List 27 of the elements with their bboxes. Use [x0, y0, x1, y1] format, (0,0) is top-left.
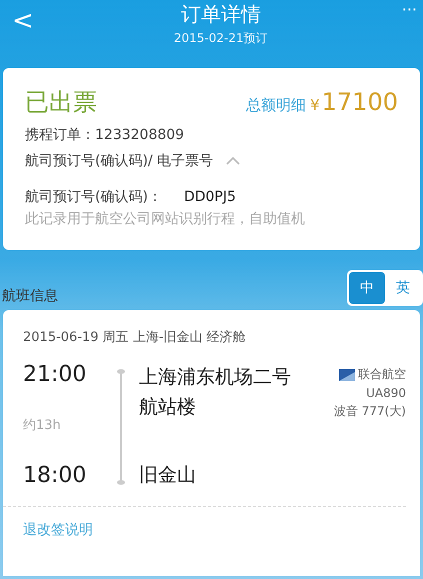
- flight-number: UA890: [366, 386, 406, 400]
- airline-name: 联合航空: [358, 366, 406, 383]
- airline-logo-icon: [339, 368, 355, 380]
- flight-summary: 2015-06-19 周五 上海-旧金山 经济舱: [23, 329, 247, 346]
- currency-sign: ¥: [310, 96, 320, 114]
- departure-airport: 上海浦东机场二号航站楼: [139, 365, 292, 420]
- pnr-label: 航司预订号(确认码)：: [25, 189, 162, 205]
- order-number: 携程订单：1233208809: [25, 126, 186, 144]
- total-detail-link[interactable]: 总额明细: [246, 96, 306, 115]
- more-button[interactable]: ···: [396, 0, 423, 19]
- flight-duration: 约13h: [23, 417, 62, 434]
- refund-policy-link[interactable]: 退改签说明: [23, 522, 93, 538]
- aircraft-type: 波音 777(大): [334, 403, 406, 420]
- departure-time: 21:00: [23, 362, 88, 387]
- arrival-time: 18:00: [23, 463, 88, 488]
- pnr-note: 此记录用于航空公司网站识别行程，自助值机: [25, 210, 306, 228]
- booking-date: 2015-02-21预订: [174, 30, 268, 47]
- language-tab[interactable]: 中: [349, 272, 385, 304]
- page-title: 订单详情: [180, 2, 261, 26]
- chevron-icon: [225, 156, 242, 166]
- section-title: 航班信息: [2, 287, 58, 305]
- total-price: 17100: [322, 88, 398, 116]
- back-button[interactable]: <: [0, 0, 46, 42]
- arrival-city: 旧金山: [139, 463, 197, 488]
- ticket-status: 已出票: [25, 87, 98, 118]
- pnr-code: DD0PJ5: [184, 189, 236, 205]
- pnr-toggle[interactable]: 航司预订号(确认码)/ 电子票号: [25, 152, 398, 170]
